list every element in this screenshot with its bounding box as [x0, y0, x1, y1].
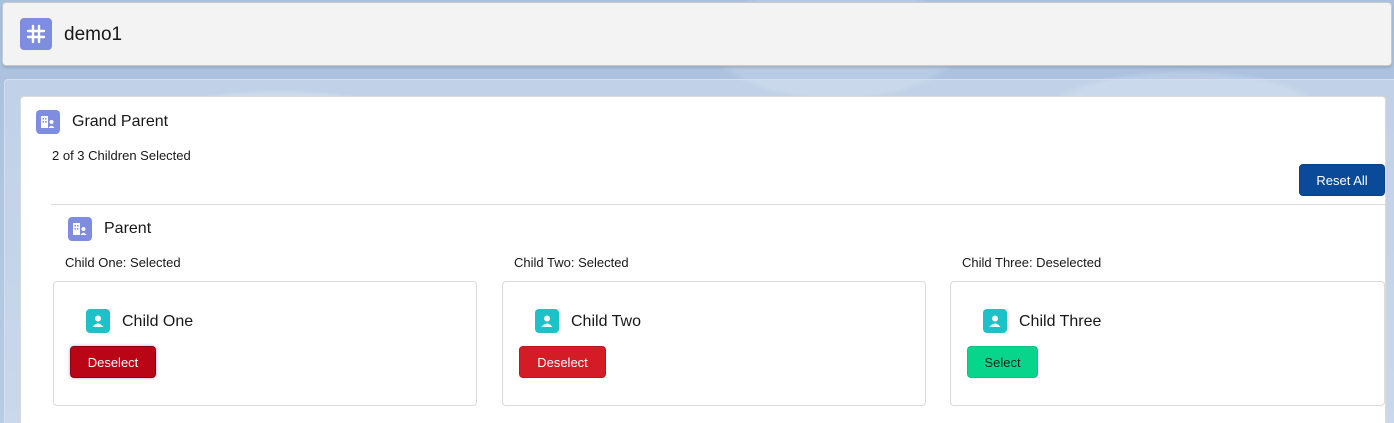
page-header: demo1: [2, 2, 1392, 66]
parent-title: Parent: [104, 220, 152, 237]
contact-person-icon: [983, 309, 1007, 333]
deselect-button[interactable]: Deselect: [70, 346, 156, 378]
grand-parent-title: Grand Parent: [72, 113, 169, 130]
grand-parent-card: Grand Parent 2 of 3 Children Selected Re…: [20, 96, 1386, 423]
child-status: Child Two: Selected: [514, 255, 629, 270]
child-status: Child Three: Deselected: [962, 255, 1102, 270]
reset-all-button[interactable]: Reset All: [1299, 164, 1385, 196]
child-name: Child Two: [571, 313, 641, 330]
child-card: Child Two Deselect: [502, 281, 926, 406]
deselect-button[interactable]: Deselect: [519, 346, 606, 378]
select-button[interactable]: Select: [967, 346, 1038, 378]
contact-person-icon: [86, 309, 110, 333]
child-card: Child Three Select: [950, 281, 1385, 406]
account-building-icon: [36, 110, 60, 134]
contact-person-icon: [535, 309, 559, 333]
hashtag-icon: [20, 18, 52, 50]
parent-section: Parent Child One: Selected Child One Des…: [51, 204, 1385, 423]
page-title: demo1: [64, 24, 123, 45]
child-name: Child One: [122, 313, 194, 330]
child-status: Child One: Selected: [65, 255, 181, 270]
child-name: Child Three: [1019, 313, 1102, 330]
selection-summary: 2 of 3 Children Selected: [52, 148, 191, 163]
account-building-icon: [68, 217, 92, 241]
child-card: Child One Deselect: [53, 281, 477, 406]
